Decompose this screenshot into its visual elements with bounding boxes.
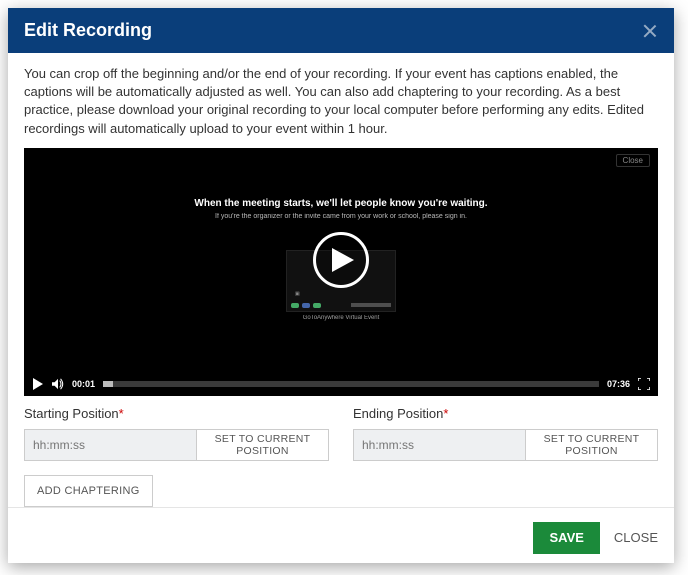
- current-time: 00:01: [72, 379, 95, 389]
- position-row: Starting Position* SET TO CURRENT POSITI…: [24, 406, 658, 461]
- thumbnail-label: ▣: [295, 291, 300, 297]
- progress-fill: [103, 381, 113, 387]
- starting-position-label: Starting Position*: [24, 406, 329, 421]
- duration-time: 07:36: [607, 379, 630, 389]
- edit-recording-modal: Edit Recording You can crop off the begi…: [8, 8, 674, 563]
- ending-position-input[interactable]: [353, 429, 526, 461]
- play-small-icon[interactable]: [32, 378, 44, 390]
- modal-footer: SAVE CLOSE: [8, 507, 674, 568]
- waiting-subtitle: If you're the organizer or the invite ca…: [151, 213, 531, 220]
- modal-header: Edit Recording: [8, 8, 674, 53]
- close-button[interactable]: CLOSE: [614, 530, 658, 545]
- modal-title: Edit Recording: [24, 20, 152, 41]
- close-icon[interactable]: [642, 23, 658, 39]
- fullscreen-icon[interactable]: [638, 378, 650, 390]
- waiting-title: When the meeting starts, we'll let peopl…: [151, 198, 531, 209]
- ending-position-label: Ending Position*: [353, 406, 658, 421]
- ending-position-group: Ending Position* SET TO CURRENT POSITION: [353, 406, 658, 461]
- required-marker: *: [119, 406, 124, 421]
- modal-body: You can crop off the beginning and/or th…: [8, 53, 674, 507]
- save-button[interactable]: SAVE: [533, 522, 599, 554]
- ending-position-label-text: Ending Position: [353, 406, 443, 421]
- starting-position-label-text: Starting Position: [24, 406, 119, 421]
- video-player: Close When the meeting starts, we'll let…: [24, 148, 658, 396]
- set-start-to-current-button[interactable]: SET TO CURRENT POSITION: [197, 429, 329, 461]
- play-icon: [332, 248, 354, 272]
- progress-bar[interactable]: [103, 381, 599, 387]
- video-stage: When the meeting starts, we'll let peopl…: [24, 148, 658, 372]
- add-chaptering-button[interactable]: ADD CHAPTERING: [24, 475, 153, 507]
- modal-description: You can crop off the beginning and/or th…: [24, 65, 658, 138]
- thumbnail-taskbar: [291, 302, 391, 308]
- volume-icon[interactable]: [52, 378, 64, 390]
- starting-position-group: Starting Position* SET TO CURRENT POSITI…: [24, 406, 329, 461]
- set-end-to-current-button[interactable]: SET TO CURRENT POSITION: [526, 429, 658, 461]
- starting-position-input[interactable]: [24, 429, 197, 461]
- video-controls: 00:01 07:36: [24, 372, 658, 396]
- required-marker: *: [443, 406, 448, 421]
- thumbnail-caption: GoToAnywhere Virtual Event: [151, 315, 531, 321]
- play-button[interactable]: [313, 232, 369, 288]
